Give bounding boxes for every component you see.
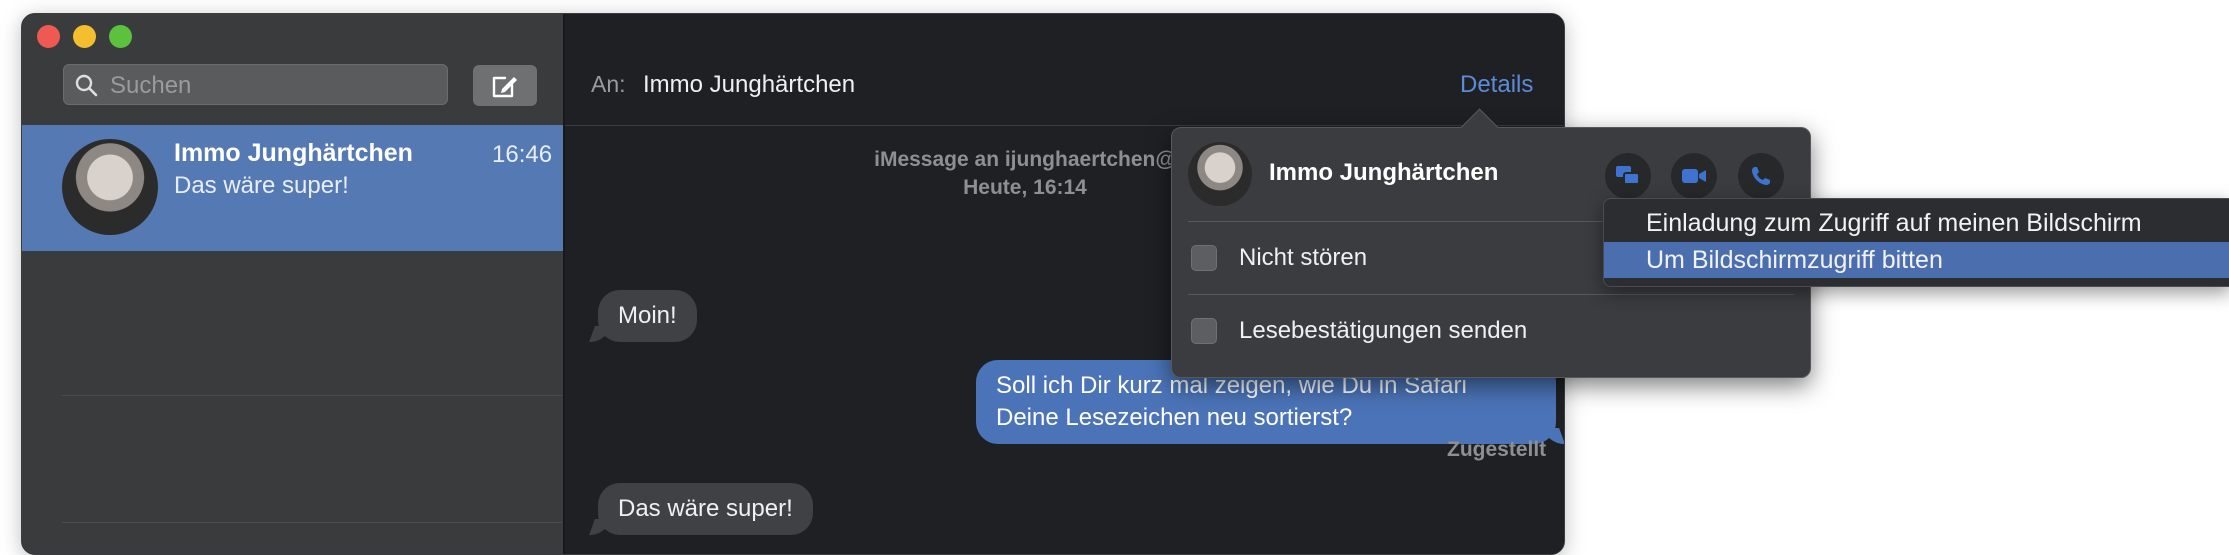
conversation-snippet: Das wäre super! [174, 172, 349, 199]
list-divider [62, 395, 562, 396]
message-bubble-incoming[interactable]: Moin! [598, 290, 697, 342]
do-not-disturb-label: Nicht stören [1239, 244, 1368, 271]
read-receipts-label: Lesebestätigungen senden [1239, 317, 1528, 344]
screen-share-button[interactable] [1605, 153, 1651, 199]
search-input[interactable] [108, 65, 442, 106]
details-button[interactable]: Details [1460, 71, 1533, 99]
compose-icon [492, 76, 517, 97]
avatar [62, 139, 158, 235]
phone-icon [1752, 167, 1770, 185]
search-icon [75, 74, 98, 97]
contact-name: Immo Junghärtchen [1269, 159, 1499, 186]
header-divider [565, 125, 1564, 126]
compose-button[interactable] [473, 65, 537, 106]
message-text: Das wäre super! [618, 495, 793, 522]
message-text: Moin! [618, 302, 677, 329]
list-divider [62, 522, 562, 523]
read-receipts-checkbox[interactable] [1191, 318, 1217, 344]
traffic-lights [37, 25, 132, 48]
search-field[interactable] [63, 64, 448, 106]
delivery-status: Zugestellt [1447, 438, 1547, 461]
maximize-window-button[interactable] [109, 25, 132, 48]
phone-call-button[interactable] [1738, 153, 1784, 199]
sidebar: Immo Junghärtchen 16:46 Das wäre super! [22, 14, 565, 554]
message-text-line: Deine Lesezeichen neu sortierst? [996, 404, 1353, 431]
to-label: An: [591, 71, 626, 97]
conversation-time: 16:46 [492, 141, 553, 168]
conversation-name: Immo Junghärtchen [174, 139, 413, 167]
menu-item-invite-screen-share[interactable]: Einladung zum Zugriff auf meinen Bildsch… [1604, 205, 2229, 241]
popover-divider [1188, 294, 1794, 295]
do-not-disturb-checkbox[interactable] [1191, 245, 1217, 271]
video-call-icon [1682, 169, 1706, 183]
recipient-name[interactable]: Immo Junghärtchen [643, 71, 855, 99]
message-bubble-incoming[interactable]: Das wäre super! [598, 483, 813, 535]
close-window-button[interactable] [37, 25, 60, 48]
video-call-button[interactable] [1671, 153, 1717, 199]
screen-share-icon [1616, 166, 1640, 185]
screen-share-menu: Einladung zum Zugriff auf meinen Bildsch… [1603, 198, 2229, 287]
minimize-window-button[interactable] [73, 25, 96, 48]
menu-item-request-screen-share[interactable]: Um Bildschirmzugriff bitten [1604, 242, 2229, 278]
avatar [1188, 142, 1252, 206]
